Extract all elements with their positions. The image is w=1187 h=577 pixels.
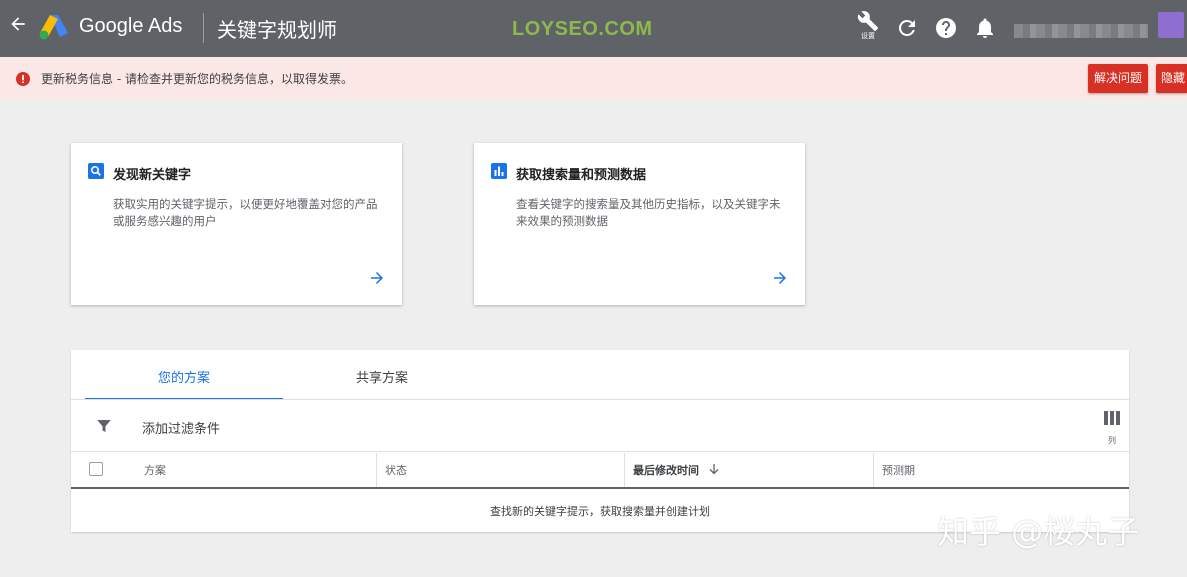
columns-label: 列 [1108,436,1116,445]
plans-panel: 您的方案 共享方案 添加过滤条件 列 方案 状态 最后修改时间 预测期 查找新的… [71,350,1129,532]
card-description: 获取实用的关键字提示，以便更好地覆盖对您的产品或服务感兴趣的用户 [113,197,378,228]
column-header-last-modified[interactable]: 最后修改时间 [624,453,873,488]
columns-button[interactable]: 列 [1101,410,1123,446]
google-ads-logo-icon [39,14,69,40]
tab-shared-plans[interactable]: 共享方案 [283,350,481,400]
card-title: 获取搜索量和预测数据 [516,168,647,183]
filter-divider [71,451,1129,452]
card-title: 发现新关键字 [113,168,192,183]
help-button[interactable] [934,16,958,40]
search-volume-forecast-card[interactable]: 获取搜索量和预测数据 查看关键字的搜索量及其他历史指标，以及关键字未来效果的预测… [474,143,805,305]
refresh-icon [898,19,915,36]
column-header-status[interactable]: 状态 [376,453,624,488]
columns-icon [1104,411,1120,425]
top-app-bar: Google Ads 关键字规划师 LOYSEO.COM 设置 [0,0,1187,57]
error-icon [16,71,30,86]
tab-your-plans[interactable]: 您的方案 [85,350,283,400]
title-divider [203,13,204,43]
alert-message: 更新税务信息 - 请检查并更新您的税务信息，以取得发票。 [41,72,353,86]
column-header-plan[interactable]: 方案 [144,453,376,488]
avatar[interactable] [1158,12,1184,38]
card-description: 查看关键字的搜索量及其他历史指标，以及关键字未来效果的预测数据 [516,197,781,228]
arrow-right-icon[interactable] [368,269,386,287]
tabs-divider [71,399,1129,400]
settings-button[interactable]: 设置 [855,8,881,48]
account-info-blurred[interactable] [1014,24,1148,38]
table-header-rule [71,487,1129,489]
settings-label: 设置 [861,32,875,40]
column-header-forecast-period[interactable]: 预测期 [873,453,1129,488]
fix-issue-button[interactable]: 解决问题 [1088,64,1148,93]
filter-icon[interactable] [95,417,113,435]
page-title: 关键字规划师 [217,18,337,42]
zhihu-watermark: 知乎 @桜丸子 [937,513,1140,551]
brand-name: Google Ads [79,15,183,37]
help-icon [936,18,956,38]
add-filter-button[interactable]: 添加过滤条件 [142,418,220,437]
notifications-button[interactable] [973,16,997,40]
discover-keywords-card[interactable]: 发现新关键字 获取实用的关键字提示，以便更好地覆盖对您的产品或服务感兴趣的用户 [71,143,402,305]
select-all-checkbox[interactable] [89,462,103,476]
back-arrow-icon[interactable] [8,14,30,40]
column-header-label: 最后修改时间 [633,464,699,477]
arrow-right-icon[interactable] [771,269,789,287]
site-watermark: LOYSEO.COM [512,18,653,40]
bell-icon [977,18,993,38]
sort-arrow-down-icon [709,454,719,489]
search-icon [88,163,104,179]
refresh-button[interactable] [895,16,919,40]
wrench-icon [857,11,879,32]
bar-chart-icon [491,163,507,179]
hide-button[interactable]: 隐藏 [1156,64,1187,93]
